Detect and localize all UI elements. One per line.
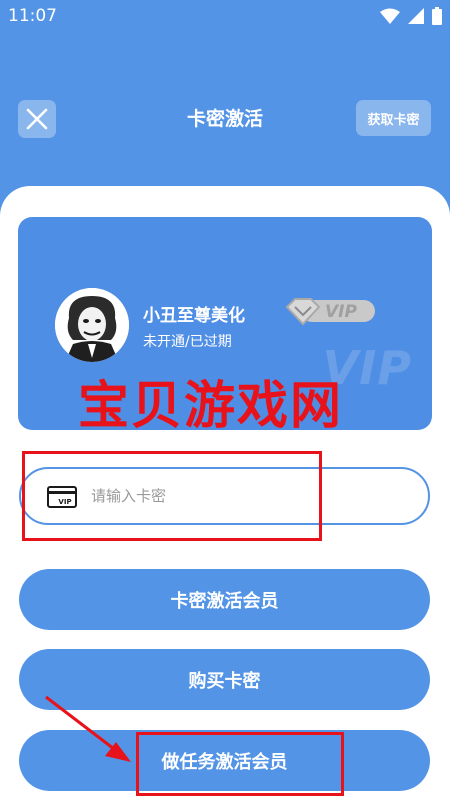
vip-badge-text: VIP xyxy=(325,302,357,322)
card-input-field[interactable]: VIP xyxy=(19,467,430,525)
battery-icon xyxy=(432,7,442,25)
status-bar: 11:07 xyxy=(0,0,450,34)
status-icons xyxy=(380,7,442,25)
signal-icon xyxy=(408,8,424,24)
get-card-button[interactable]: 获取卡密 xyxy=(356,100,431,136)
vip-card-icon: VIP xyxy=(47,486,77,512)
vip-status: 未开通/已过期 xyxy=(143,334,232,350)
task-activate-vip-button[interactable]: 做任务激活会员 xyxy=(19,730,430,791)
wifi-icon xyxy=(380,8,400,24)
card-key-input[interactable] xyxy=(91,481,411,511)
watermark-overlay-text: 宝贝游戏网 xyxy=(78,377,344,436)
avatar xyxy=(55,288,129,362)
vip-card-icon-text: VIP xyxy=(58,498,71,506)
user-name: 小丑至尊美化 xyxy=(143,306,245,326)
activate-vip-button[interactable]: 卡密激活会员 xyxy=(19,569,430,630)
app-header: 卡密激活 获取卡密 xyxy=(0,94,450,140)
buy-card-key-button[interactable]: 购买卡密 xyxy=(19,649,430,710)
status-time: 11:07 xyxy=(8,6,57,26)
vip-badge: VIP xyxy=(283,294,379,332)
